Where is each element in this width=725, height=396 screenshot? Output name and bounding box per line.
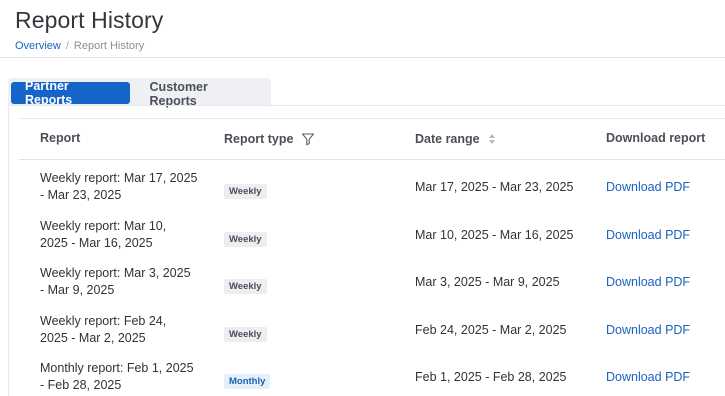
column-header-download: Download report (606, 131, 705, 145)
table-row: Weekly report: Mar 17, 2025 - Mar 23, 20… (19, 164, 725, 212)
breadcrumb: Overview / Report History (15, 39, 163, 53)
report-type-badge: Weekly (224, 279, 267, 294)
report-type-badge: Monthly (224, 374, 271, 389)
report-name-cell: Weekly report: Mar 10, 2025 - Mar 16, 20… (40, 218, 205, 252)
report-name-cell: Weekly report: Mar 3, 2025 - Mar 9, 2025 (40, 265, 205, 299)
download-pdf-link[interactable]: Download PDF (606, 275, 690, 289)
report-name-cell: Monthly report: Feb 1, 2025 - Feb 28, 20… (40, 360, 205, 394)
page-title: Report History (15, 7, 164, 33)
breadcrumb-current: Report History (73, 40, 145, 52)
report-name-line: Weekly report: Mar 17, 2025 (40, 171, 198, 185)
table-row: Monthly report: Feb 1, 2025 - Feb 28, 20… (19, 354, 725, 396)
page-header: Report History Overview / Report History (15, 6, 163, 53)
header-divider (0, 57, 725, 58)
report-name-line: - Feb 28, 2025 (40, 378, 122, 392)
download-pdf-link[interactable]: Download PDF (606, 370, 690, 384)
date-range-cell: Feb 1, 2025 - Feb 28, 2025 (415, 370, 567, 384)
sort-icon[interactable] (488, 133, 496, 145)
date-range-cell: Feb 24, 2025 - Mar 2, 2025 (415, 322, 567, 337)
column-label-report: Report (40, 131, 81, 145)
tab-customer-reports[interactable]: Customer Reports (136, 80, 268, 108)
report-name-line: Weekly report: Feb 24, (40, 313, 167, 328)
report-name-line: Weekly report: Mar 10, (40, 218, 167, 233)
table-header: Report Report type Date range Download r… (19, 118, 725, 160)
column-header-date-range[interactable]: Date range (415, 132, 496, 146)
column-header-report-type: Report type (224, 132, 315, 146)
column-label-report-type: Report type (224, 132, 294, 146)
report-name-line: Weekly report: Mar 3, 2025 (40, 266, 191, 280)
report-table: Report Report type Date range Download r… (19, 118, 725, 396)
column-label-date-range: Date range (415, 132, 480, 146)
report-type-badge: Weekly (224, 231, 267, 247)
date-range-cell: Mar 3, 2025 - Mar 9, 2025 (415, 275, 560, 289)
table-row: Weekly report: Mar 3, 2025 - Mar 9, 2025… (19, 259, 725, 307)
report-type-badge: Weekly (224, 326, 267, 342)
download-pdf-link[interactable]: Download PDF (606, 323, 690, 337)
report-name-line: - Mar 23, 2025 (40, 188, 122, 202)
table-row: Weekly report: Feb 24, 2025 - Mar 2, 202… (19, 307, 725, 355)
table-row: Weekly report: Mar 10, 2025 - Mar 16, 20… (19, 212, 725, 260)
panel-border-top (8, 105, 725, 106)
panel-border-left (8, 105, 9, 396)
download-pdf-link[interactable]: Download PDF (606, 180, 690, 194)
report-name-line: - Mar 9, 2025 (40, 283, 115, 297)
report-type-badge: Weekly (224, 184, 267, 199)
report-tabs: Partner Reports Customer Reports (8, 78, 271, 108)
column-label-download: Download report (606, 131, 706, 145)
report-name-line: 2025 - Mar 16, 2025 (40, 235, 153, 250)
date-range-cell: Mar 10, 2025 - Mar 16, 2025 (415, 227, 574, 242)
filter-icon[interactable] (301, 132, 315, 146)
report-name-cell: Weekly report: Feb 24, 2025 - Mar 2, 202… (40, 313, 205, 347)
download-pdf-link[interactable]: Download PDF (606, 228, 690, 242)
tab-partner-reports[interactable]: Partner Reports (11, 79, 130, 107)
column-header-report[interactable]: Report (40, 131, 80, 145)
report-name-cell: Weekly report: Mar 17, 2025 - Mar 23, 20… (40, 170, 205, 204)
breadcrumb-overview-link[interactable]: Overview (15, 39, 61, 53)
report-name-line: Monthly report: Feb 1, 2025 (40, 361, 194, 375)
date-range-cell: Mar 17, 2025 - Mar 23, 2025 (415, 180, 574, 194)
breadcrumb-separator: / (65, 40, 69, 52)
report-name-line: 2025 - Mar 2, 2025 (40, 330, 146, 345)
